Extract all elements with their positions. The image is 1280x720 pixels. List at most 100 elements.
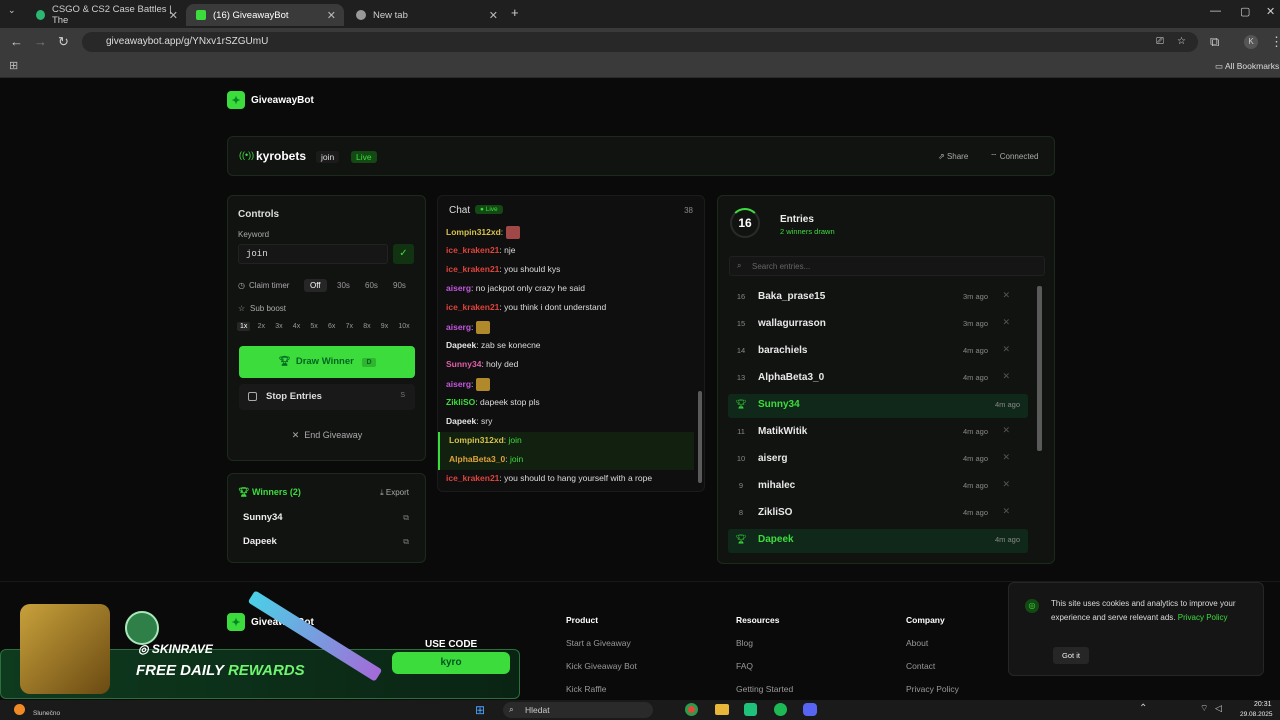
privacy-policy-link[interactable]: Privacy Policy <box>1178 613 1228 622</box>
footer-link[interactable]: Start a Giveaway <box>566 638 637 648</box>
discord-app-icon[interactable] <box>803 703 817 716</box>
network-icon[interactable]: ⌔ <box>1200 703 1208 714</box>
clock-time[interactable]: 20:31 <box>1254 701 1272 708</box>
spotify-app-icon[interactable] <box>774 703 787 716</box>
entry-row[interactable]: 9 mihalec 4m ago ✕ <box>728 475 1028 499</box>
chat-username[interactable]: Lompin312xd <box>446 227 501 237</box>
chat-username[interactable]: aiserg <box>446 379 471 389</box>
entry-row[interactable]: 8 ZikliSO 4m ago ✕ <box>728 502 1028 526</box>
promo-code-button[interactable]: kyro <box>392 652 510 674</box>
forward-icon[interactable]: → <box>34 34 47 49</box>
chat-username[interactable]: Lompin312xd <box>449 435 504 445</box>
copy-icon[interactable]: ⧉ <box>403 537 409 547</box>
cast-icon[interactable]: ⎚ <box>1156 32 1164 52</box>
apps-grid-icon[interactable]: ⊞ <box>9 59 18 72</box>
minimize-icon[interactable]: — <box>1210 5 1221 17</box>
explorer-app-icon[interactable] <box>715 704 729 715</box>
claim-option-off[interactable]: Off <box>304 279 327 292</box>
export-button[interactable]: ⤓ Export <box>380 488 409 498</box>
remove-entry-icon[interactable]: ✕ <box>1002 344 1010 355</box>
chat-username[interactable]: AlphaBeta3_0 <box>449 454 505 464</box>
remove-entry-icon[interactable]: ✕ <box>1002 290 1010 301</box>
share-button[interactable]: ⇗ Share <box>938 152 968 161</box>
footer-link[interactable]: Contact <box>906 661 959 671</box>
close-icon[interactable]: ✕ <box>327 9 336 22</box>
store-app-icon[interactable] <box>744 703 757 716</box>
boost-option[interactable]: 5x <box>310 323 317 330</box>
start-icon[interactable]: ⊞ <box>475 703 485 717</box>
clock-date[interactable]: 29.08.2025 <box>1240 711 1273 718</box>
footer-link[interactable]: Privacy Policy <box>906 684 959 694</box>
tab-search-icon[interactable]: ⌄ <box>8 5 16 16</box>
claim-option-90s[interactable]: 90s <box>393 281 406 290</box>
boost-option[interactable]: 8x <box>363 323 370 330</box>
boost-option[interactable]: 7x <box>346 323 353 330</box>
chat-username[interactable]: aiserg <box>446 283 471 293</box>
chat-username[interactable]: ice_kraken21 <box>446 245 499 255</box>
entry-row[interactable]: 14 barachiels 4m ago ✕ <box>728 340 1028 364</box>
taskbar-search[interactable]: ⌕ Hledat <box>503 702 653 718</box>
end-giveaway-button[interactable]: ✕ End Giveaway <box>239 430 415 448</box>
maximize-icon[interactable]: ▢ <box>1240 5 1250 18</box>
keyword-input[interactable]: join <box>238 244 388 264</box>
entry-row[interactable]: 16 Baka_prase15 3m ago ✕ <box>728 286 1028 310</box>
extensions-icon[interactable]: ⧉ <box>1210 34 1219 50</box>
menu-icon[interactable]: ⋮ <box>1270 34 1280 50</box>
got-it-button[interactable]: Got it <box>1053 647 1089 664</box>
chat-username[interactable]: aiserg <box>446 322 471 332</box>
entry-row[interactable]: 15 wallagurrason 3m ago ✕ <box>728 313 1028 337</box>
bookmark-star-icon[interactable]: ☆ <box>1177 32 1186 52</box>
new-tab-icon[interactable]: + <box>511 5 519 20</box>
entry-row[interactable]: 11 MatikWitik 4m ago ✕ <box>728 421 1028 445</box>
entries-scrollbar[interactable] <box>1037 286 1042 451</box>
boost-option[interactable]: 3x <box>275 323 282 330</box>
entry-row[interactable]: 13 AlphaBeta3_0 4m ago ✕ <box>728 367 1028 391</box>
footer-link[interactable]: FAQ <box>736 661 793 671</box>
draw-winner-button[interactable]: 🏆︎ Draw Winner D <box>239 346 415 378</box>
tab-new[interactable]: New tab ✕ <box>346 4 506 26</box>
boost-option[interactable]: 4x <box>293 323 300 330</box>
confirm-keyword-button[interactable]: ✓ <box>393 244 414 264</box>
chrome-app-icon[interactable] <box>685 703 698 716</box>
tab-giveawaybot[interactable]: (16) GiveawayBot ✕ <box>186 4 344 26</box>
chat-username[interactable]: ice_kraken21 <box>446 264 499 274</box>
tab-csgo[interactable]: CSGO & CS2 Case Battles | The ✕ <box>26 4 186 26</box>
winner-entry-row[interactable]: 🏆︎ Sunny34 4m ago <box>728 394 1028 418</box>
chat-username[interactable]: ice_kraken21 <box>446 473 499 483</box>
boost-option[interactable]: 10x <box>398 323 409 330</box>
back-icon[interactable]: ← <box>10 34 23 49</box>
claim-option-60s[interactable]: 60s <box>365 281 378 290</box>
entry-row[interactable]: 10 aiserg 4m ago ✕ <box>728 448 1028 472</box>
address-bar[interactable]: giveawaybot.app/g/YNxv1rSZGUmU ⎚ ☆ <box>82 32 1198 52</box>
all-bookmarks[interactable]: ▭ All Bookmarks <box>1215 61 1279 72</box>
reload-icon[interactable]: ↻ <box>58 34 69 50</box>
remove-entry-icon[interactable]: ✕ <box>1002 371 1010 382</box>
chat-username[interactable]: Dapeek <box>446 416 476 426</box>
remove-entry-icon[interactable]: ✕ <box>1002 425 1010 436</box>
remove-entry-icon[interactable]: ✕ <box>1002 317 1010 328</box>
chat-username[interactable]: ice_kraken21 <box>446 302 499 312</box>
footer-link[interactable]: Blog <box>736 638 793 648</box>
chat-username[interactable]: Dapeek <box>446 340 476 350</box>
remove-entry-icon[interactable]: ✕ <box>1002 506 1010 517</box>
boost-option[interactable]: 9x <box>381 323 388 330</box>
site-logo[interactable]: ✦ GiveawayBot <box>227 91 314 109</box>
profile-avatar[interactable]: K <box>1244 35 1258 49</box>
boost-option[interactable]: 2x <box>258 323 265 330</box>
footer-link[interactable]: About <box>906 638 959 648</box>
remove-entry-icon[interactable]: ✕ <box>1002 452 1010 463</box>
close-icon[interactable]: ✕ <box>169 9 178 22</box>
tray-chevron-icon[interactable]: ⌃ <box>1139 703 1147 714</box>
chat-scrollbar[interactable] <box>698 391 702 483</box>
boost-option[interactable]: 6x <box>328 323 335 330</box>
search-entries-input[interactable]: ⌕ Search entries... <box>729 256 1045 276</box>
window-close-icon[interactable]: ✕ <box>1266 5 1275 18</box>
winner-entry-row[interactable]: 🏆︎ Dapeek 4m ago <box>728 529 1028 553</box>
claim-option-30s[interactable]: 30s <box>337 281 350 290</box>
volume-icon[interactable]: ◁ <box>1215 703 1222 714</box>
remove-entry-icon[interactable]: ✕ <box>1002 479 1010 490</box>
footer-link[interactable]: Kick Giveaway Bot <box>566 661 637 671</box>
chat-username[interactable]: Sunny34 <box>446 359 481 369</box>
boost-option[interactable]: 1x <box>237 322 251 331</box>
close-icon[interactable]: ✕ <box>489 9 498 22</box>
